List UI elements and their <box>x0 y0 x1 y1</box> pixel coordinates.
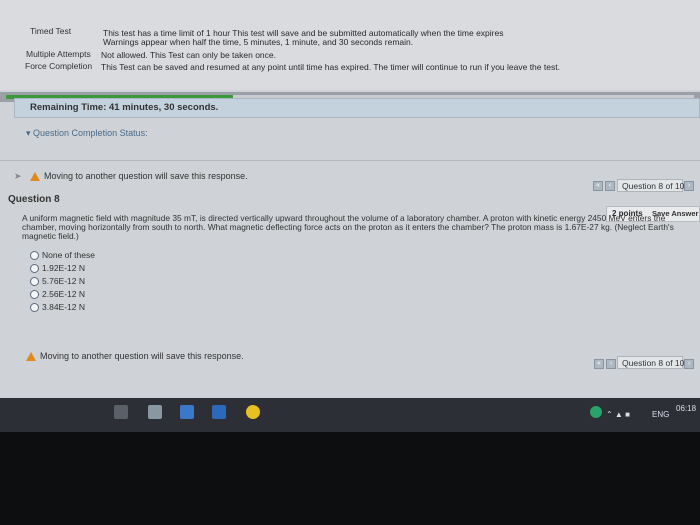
multiple-attempts-label: Multiple Attempts <box>26 49 91 59</box>
force-completion-value: This Test can be saved and resumed at an… <box>101 62 560 72</box>
completion-status-label: Question Completion Status: <box>33 128 148 138</box>
next-question-button[interactable]: › <box>684 359 694 369</box>
next-question-button[interactable]: › <box>684 181 694 191</box>
answer-option[interactable]: 2.56E-12 N <box>30 289 85 300</box>
timed-test-label: Timed Test <box>30 26 72 36</box>
radio-button[interactable] <box>30 251 39 261</box>
warning-icon <box>26 352 36 361</box>
multiple-attempts-value: Not allowed. This Test can only be taken… <box>101 50 276 60</box>
first-question-button[interactable]: « <box>594 359 604 369</box>
radio-button[interactable] <box>30 290 39 300</box>
radio-button[interactable] <box>30 264 39 274</box>
expand-arrow-icon: ▾ <box>26 128 34 138</box>
save-warning-bottom: Moving to another question will save thi… <box>40 351 244 361</box>
question-nav-label-bottom: Question 8 of 10 <box>617 356 684 369</box>
question-title: Question 8 <box>8 194 60 205</box>
prev-question-button[interactable]: ‹ <box>605 181 615 191</box>
task-view-icon[interactable] <box>114 405 128 419</box>
chrome-icon[interactable] <box>246 405 260 419</box>
prev-question-button[interactable]: ‹ <box>606 359 616 369</box>
question-text: A uniform magnetic field with magnitude … <box>22 213 674 241</box>
first-question-button[interactable]: « <box>593 181 603 191</box>
remaining-time-text: Remaining Time: 41 minutes, 30 seconds. <box>30 102 219 113</box>
warning-icon <box>30 172 40 181</box>
divider <box>0 160 700 161</box>
screen: Timed Test This test has a time limit of… <box>0 0 700 432</box>
monitor-bezel <box>0 432 700 525</box>
save-warning-top: Moving to another question will save thi… <box>44 171 248 181</box>
store-icon[interactable] <box>148 405 162 419</box>
photos-icon[interactable] <box>180 405 194 419</box>
answer-option[interactable]: 1.92E-12 N <box>30 263 85 274</box>
question-nav-label-top: Question 8 of 10 <box>617 179 684 192</box>
radio-button[interactable] <box>30 277 39 287</box>
answer-option[interactable]: 5.76E-12 N <box>30 276 85 287</box>
answer-option[interactable]: None of these <box>30 250 95 261</box>
tray-app-icon[interactable] <box>590 406 602 418</box>
pointer-arrow-icon: ➤ <box>14 171 22 181</box>
tray-icons[interactable]: ⌃ ▲ ■ <box>606 410 630 419</box>
timed-test-line2: Warnings appear when half the time, 5 mi… <box>103 37 414 47</box>
answer-option[interactable]: 3.84E-12 N <box>30 302 85 313</box>
force-completion-label: Force Completion <box>25 61 93 71</box>
edge-icon[interactable] <box>212 405 226 419</box>
radio-button[interactable] <box>30 303 39 313</box>
clock[interactable]: 06:18 <box>676 404 696 413</box>
language-indicator[interactable]: ENG <box>652 410 669 419</box>
question-completion-status-toggle[interactable]: ▾ Question Completion Status: <box>26 128 148 139</box>
